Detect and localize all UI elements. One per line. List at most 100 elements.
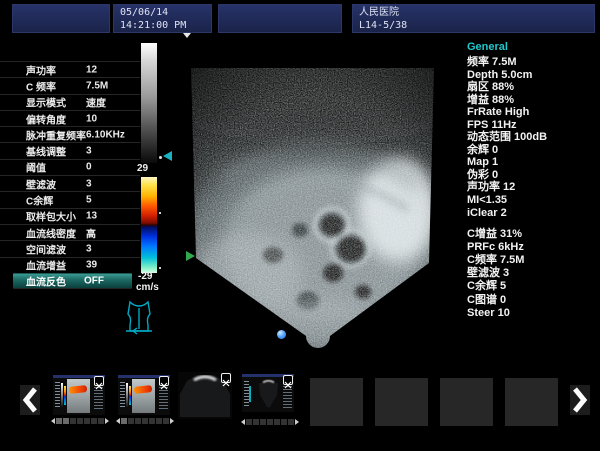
hospital-probe-text: 人民医院L14-5/38 [359,6,407,32]
thumbnail-doppler-2[interactable] [118,375,170,415]
ultrasound-screen: 05/06/14 14:21:00 PM 人民医院L14-5/38 声功率 12 … [0,0,600,451]
thumb-graybar [126,383,128,407]
info-line: C图谱 0 [467,294,599,307]
parameter-value: 12 [86,64,97,75]
parameter-row[interactable]: 脉冲重复频率 6.10KHz [0,126,140,142]
filmstrip-right-arrow-icon [295,419,299,425]
velocity-unit-label: cm/s [136,282,159,293]
thumb-filmstrip [241,417,299,426]
info-line: MI<1.35 [467,194,599,207]
parameter-panel: 声功率 12 C 频率 7.5M 显示模式 速度 偏转角度 10 脉冲重复频率 … [0,61,140,289]
filmstrip-right-arrow-icon [105,418,109,424]
parameter-label: 壁滤波 [26,176,56,191]
parameter-label: 血流线密度 [26,225,76,240]
parameter-value: 39 [86,260,97,271]
info-line: 增益 88% [467,94,599,107]
filmstrip-left-arrow-icon [51,418,55,424]
parameter-label: 取样包大小 [26,209,76,224]
thumbnails-next-button[interactable] [570,385,590,415]
thumb-left-text [120,382,125,408]
parameter-row[interactable]: 声功率 12 [0,61,140,77]
thumbnails-prev-button[interactable] [20,385,40,415]
empty-thumbnail-slot [505,378,558,426]
filmstrip-left-arrow-icon [116,418,120,424]
color-mode-info-group: C增益 31% PRFc 6kHz C频率 7.5M 壁滤波 3 C余辉 5 C… [467,228,599,320]
topbar-box-empty-1 [12,4,110,33]
thumb-filmstrip [51,416,109,425]
parameter-value: 高 [86,225,96,240]
probe-model: L14-5/38 [359,20,407,31]
parameter-value: 6.10KHz [86,129,125,140]
info-line: Depth 5.0cm [467,69,599,82]
parameter-row[interactable]: 壁滤波 3 [0,175,140,191]
parameter-row[interactable]: 血流线密度 高 [0,224,140,240]
thumb-left-text [55,382,60,408]
parameter-value: 3 [86,146,92,157]
info-line: C频率 7.5M [467,254,599,267]
topbar-box-empty-2 [218,4,342,33]
parameter-row[interactable]: 血流反色 OFF [13,273,132,289]
info-line: C余辉 5 [467,280,599,293]
parameter-value: 10 [86,113,97,124]
colorbar-tick [159,212,161,214]
parameter-label: 血流反色 [26,274,66,289]
thumb-image [67,379,90,413]
parameter-value: OFF [84,276,104,287]
parameter-row[interactable]: 基线调整 3 [0,142,140,158]
info-line: C增益 31% [467,228,599,241]
parameter-label: 血流增益 [26,258,66,273]
empty-thumbnail-slot [440,378,493,426]
filmstrip-right-arrow-icon [170,418,174,424]
close-icon[interactable] [94,376,104,386]
info-line: Steer 10 [467,307,599,320]
parameter-value: 速度 [86,95,106,110]
parameter-value: 0 [86,162,92,173]
date-text: 05/06/14 [120,7,168,18]
parameter-value: 5 [86,195,92,206]
topbar-pointer-icon [183,33,191,38]
b-mode-info-group: 频率 7.5M Depth 5.0cm 扇区 88% 增益 88% FrRate… [467,56,599,219]
info-line: 声功率 12 [467,181,599,194]
thumbnail-doppler-1[interactable] [53,375,105,415]
parameter-label: 脉冲重复频率 [26,127,86,142]
body-marker-icon [123,298,155,338]
parameter-value: 7.5M [86,80,108,91]
parameter-row[interactable]: 取样包大小 13 [0,208,140,224]
info-line: 动态范围 100dB [467,131,599,144]
datetime-text: 05/06/14 14:21:00 PM [120,6,186,32]
parameter-label: 阈值 [26,160,46,175]
parameter-label: 偏转角度 [26,111,66,126]
info-line: 频率 7.5M [467,56,599,69]
parameter-value: 3 [86,178,92,189]
ultrasound-image[interactable] [178,40,454,360]
thumb-teal-bar [249,386,251,402]
parameter-label: C余辉 [26,193,53,208]
empty-thumbnail-slot [375,378,428,426]
parameter-label: 基线调整 [26,144,66,159]
parameter-row[interactable]: 血流增益 39 [0,257,140,273]
info-line: FrRate High [467,106,599,119]
parameter-row[interactable]: C 频率 7.5M [0,77,140,93]
close-icon[interactable] [221,373,231,383]
close-icon[interactable] [159,376,169,386]
info-line: 伪彩 0 [467,169,599,182]
parameter-label: C 频率 [26,78,56,93]
close-icon[interactable] [283,375,293,385]
gray-map-cursor-icon [163,151,172,161]
info-line: iClear 2 [467,207,599,220]
parameter-value: 13 [86,211,97,222]
info-line: PRFc 6kHz [467,241,599,254]
parameter-row[interactable]: 偏转角度 10 [0,110,140,126]
parameter-row[interactable]: C余辉 5 [0,191,140,207]
thumb-doppler-flow [69,385,88,394]
time-text: 14:21:00 PM [120,20,186,31]
thumbnail-fan-screen[interactable] [242,374,294,412]
thumbnail-convex-dark[interactable] [178,372,232,419]
parameter-row[interactable]: 空间滤波 3 [0,240,140,256]
grayscale-bar [141,43,157,163]
preset-title: General [467,41,599,53]
filmstrip-left-arrow-icon [241,419,245,425]
thumb-colorbar [64,386,66,405]
parameter-row[interactable]: 显示模式 速度 [0,94,140,110]
parameter-row[interactable]: 阈值 0 [0,159,140,175]
